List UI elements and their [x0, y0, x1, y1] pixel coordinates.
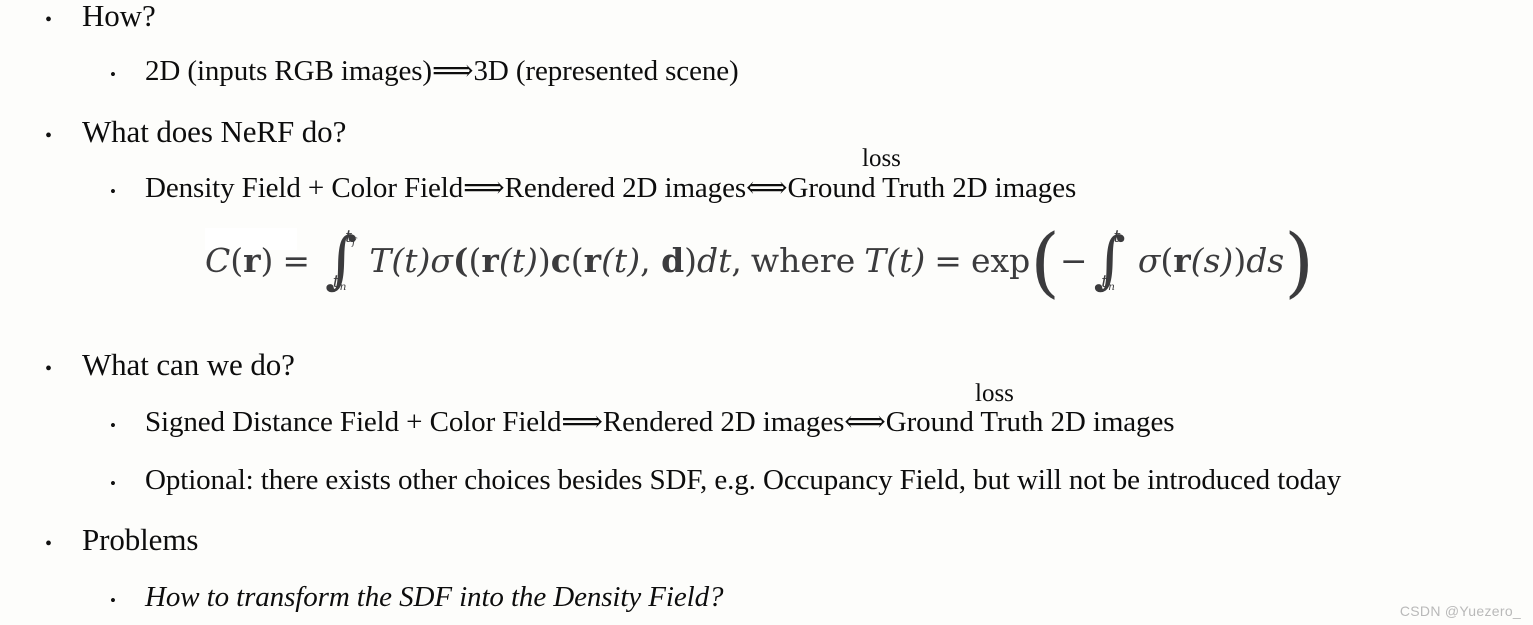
bullet-marker-icon: • — [45, 9, 53, 31]
bullet-marker-icon: • — [45, 533, 53, 555]
bullet-marker-icon: • — [110, 65, 116, 84]
eq-integral-2-lower-limit: tn — [1101, 272, 1115, 294]
eq-equals: = — [282, 240, 311, 280]
bullet-text-2d-to-3d-after: 3D (represented scene) — [473, 55, 739, 87]
eq-r-bold: r — [481, 240, 499, 280]
bullet-row-problems: • Problems — [45, 522, 199, 557]
bullet-marker-icon: • — [110, 474, 116, 493]
loss-annotation-label-1: loss — [862, 145, 901, 172]
double-arrow-both-icon: ⟺ — [746, 172, 788, 204]
bullet-text-what-can-we-do: What can we do? — [82, 347, 295, 382]
bullet-marker-icon: • — [110, 591, 116, 610]
bullet-text-optional-note: Optional: there exists other choices bes… — [145, 464, 1342, 496]
eq-integral-2: ∫ t tn — [1093, 223, 1126, 296]
eq-ds: ds — [1246, 240, 1285, 280]
bullet-text-2d-to-3d-before: 2D (inputs RGB images) — [145, 55, 432, 87]
loss-annotation-label-2: loss — [975, 380, 1014, 407]
bullet-row-nerf-pipeline: • Density Field + Color Field ⟹ Rendered… — [110, 172, 1077, 204]
bullet-text-sdf-pipeline-middle: Rendered 2D images — [602, 406, 845, 438]
eq-integral-2-upper-limit: t — [1113, 227, 1121, 247]
eq-sigma-2: σ — [1137, 240, 1161, 280]
eq-sigma: σ — [430, 240, 453, 280]
bullet-marker-icon: • — [110, 182, 116, 201]
bullet-row-sdf-pipeline: • Signed Distance Field + Color Field ⟹ … — [110, 406, 1175, 438]
eq-C: C — [205, 240, 231, 280]
slide-canvas: • How? • 2D (inputs RGB images) ⟹ 3D (re… — [0, 0, 1533, 625]
bullet-marker-icon: • — [110, 416, 116, 435]
eq-paren-close: ) — [1284, 217, 1314, 307]
eq-paren-open: ( — [1030, 217, 1060, 307]
eq-minus: − — [1059, 240, 1088, 280]
nerf-volume-rendering-equation: C(r) = ∫ tf tn T(t) σ((r(t)) c(r (t), d) dt,… — [205, 224, 1314, 326]
bullet-text-nerf-pipeline-after: Ground Truth 2D images — [787, 172, 1077, 204]
equation-content: C(r) = ∫ tf tn T(t) σ((r(t)) c(r (t), d) dt,… — [205, 217, 1314, 307]
eq-T-of-t: T(t) — [369, 240, 431, 280]
bullet-text-nerf-pipeline-middle: Rendered 2D images — [504, 172, 747, 204]
bullet-text-how: How? — [82, 0, 156, 33]
double-arrow-both-icon: ⟺ — [844, 406, 886, 438]
eq-where: where — [750, 240, 856, 280]
bullet-marker-icon: • — [45, 125, 53, 147]
bullet-row-how: • How? — [45, 0, 156, 33]
eq-r-vector: r — [243, 240, 261, 280]
double-arrow-right-icon: ⟹ — [463, 172, 505, 204]
bullet-text-problem-question: How to transform the SDF into the Densit… — [145, 581, 724, 613]
eq-exp: exp — [970, 240, 1031, 280]
eq-d-bold: d — [661, 240, 685, 280]
eq-integral-1-lower-limit: tn — [332, 272, 347, 294]
bullet-marker-icon: • — [45, 358, 53, 380]
double-arrow-right-icon: ⟹ — [431, 55, 474, 87]
bullet-row-what-can-we-do: • What can we do? — [45, 347, 295, 382]
bullet-row-what-does-nerf-do: • What does NeRF do? — [45, 114, 347, 149]
eq-integral-1: ∫ tf tn — [325, 223, 358, 296]
bullet-row-optional-note: • Optional: there exists other choices b… — [110, 464, 1342, 496]
bullet-text-what-does-nerf-do: What does NeRF do? — [82, 114, 347, 149]
bullet-text-sdf-pipeline-before: Signed Distance Field + Color Field — [145, 406, 562, 438]
csdn-watermark: CSDN @Yuezero_ — [1399, 603, 1521, 619]
eq-dt: dt — [697, 240, 732, 280]
bullet-text-nerf-pipeline-before: Density Field + Color Field — [145, 172, 464, 204]
bullet-text-sdf-pipeline-after: Ground Truth 2D images — [885, 406, 1175, 438]
bullet-row-problem-question: • How to transform the SDF into the Dens… — [110, 581, 724, 613]
double-arrow-right-icon: ⟹ — [561, 406, 603, 438]
eq-T-def: T(t) — [864, 240, 926, 280]
eq-equals-2: = — [934, 240, 962, 280]
bullet-row-how-sub-1: • 2D (inputs RGB images) ⟹ 3D (represent… — [110, 55, 739, 87]
eq-integral-1-upper-limit: tf — [345, 227, 356, 248]
bullet-text-problems: Problems — [82, 522, 199, 557]
eq-c-bold: c — [550, 240, 571, 280]
